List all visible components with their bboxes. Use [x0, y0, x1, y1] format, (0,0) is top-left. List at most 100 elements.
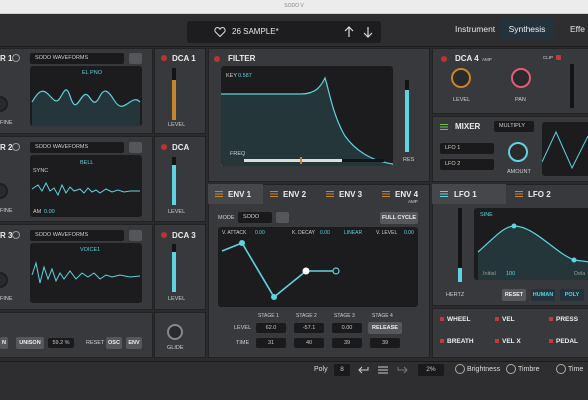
lfo-rate-slider[interactable] — [458, 208, 462, 282]
dca2-level-slider[interactable] — [172, 157, 176, 205]
dca4-pan-knob[interactable] — [511, 68, 531, 88]
osc2-title: R 2 — [0, 143, 13, 152]
mixer-title: MIXER — [455, 122, 481, 131]
mixer-display — [541, 122, 588, 176]
poly-value[interactable]: 8 — [334, 364, 350, 376]
mixer-drag-icon[interactable] — [440, 124, 448, 130]
stage2-header: STAGE 2 — [296, 313, 317, 319]
mod-wheel[interactable]: WHEEL — [447, 316, 470, 323]
tab-env4[interactable]: ENV 4 — [395, 190, 418, 199]
filter-freq-slider[interactable] — [244, 157, 384, 164]
unison-value[interactable]: 59.2 % — [48, 338, 74, 348]
tab-lfo1[interactable]: LFO 1 — [454, 190, 477, 199]
brightness-knob[interactable] — [455, 364, 465, 374]
lfo-rate-unit-dropdown[interactable]: HERTZ — [446, 292, 464, 298]
stage2-time-value[interactable]: 40 — [294, 338, 324, 348]
osc1-waveform-dropdown[interactable]: SODO WAVEFORMS — [30, 53, 124, 64]
stage3-level-value[interactable]: 0.00 — [332, 323, 362, 333]
tab-effects[interactable]: Effe — [562, 18, 588, 40]
tab-instrument[interactable]: Instrument — [447, 18, 503, 40]
stage4-time-value[interactable]: 39 — [370, 338, 400, 348]
undo-icon[interactable] — [358, 364, 372, 376]
timbre-knob[interactable] — [506, 364, 516, 374]
filter-key-value[interactable]: 0.587 — [238, 73, 252, 79]
stage3-time-value[interactable]: 39 — [332, 338, 362, 348]
lfo-delay-label: Dela — [574, 271, 586, 277]
glide-knob[interactable] — [167, 324, 183, 340]
dca4-level-knob[interactable] — [451, 68, 471, 88]
v-level-value[interactable]: 0.00 — [404, 230, 414, 236]
menu-icon[interactable] — [376, 364, 390, 376]
mixer-input1-dropdown[interactable]: LFO 1 — [440, 143, 494, 154]
stage1-level-value[interactable]: 62.0 — [256, 323, 286, 333]
v-attack-value[interactable]: 0.00 — [255, 230, 265, 236]
dca4-power-icon[interactable] — [441, 56, 447, 62]
dca1-power-icon[interactable] — [161, 55, 167, 61]
osc1-copy-button[interactable] — [129, 53, 142, 64]
mixer-input2-dropdown[interactable]: LFO 2 — [440, 159, 494, 170]
env1-drag-icon[interactable] — [215, 191, 223, 197]
filter-res-label: RES — [403, 157, 415, 163]
unison-button[interactable]: UNISON — [16, 337, 44, 349]
lfo-human-button[interactable]: HUMAN — [531, 289, 555, 301]
env-mode-dropdown[interactable]: SODO — [238, 212, 272, 223]
stage2-level-value[interactable]: -57.1 — [294, 323, 324, 333]
osc2-waveform-dropdown[interactable]: SODO WAVEFORMS — [30, 142, 124, 153]
stage4-release-button[interactable]: RELEASE — [368, 322, 402, 334]
osc3-copy-button[interactable] — [129, 230, 142, 241]
env-button[interactable]: ENV — [126, 337, 142, 349]
preset-up-arrow-icon[interactable] — [343, 25, 355, 39]
filter-power-icon[interactable] — [214, 56, 220, 62]
mixer-amount-knob[interactable] — [508, 142, 528, 162]
lfo-wave-display — [474, 208, 588, 280]
mod-vel-x[interactable]: VEL X — [502, 338, 521, 345]
tab-env3[interactable]: ENV 3 — [339, 190, 362, 199]
lfo-reset-button[interactable]: RESET — [502, 289, 526, 301]
tab-lfo2[interactable]: LFO 2 — [528, 190, 551, 199]
mod-vel[interactable]: VEL — [502, 316, 515, 323]
mod-press[interactable]: PRESS — [556, 316, 578, 323]
mixer-mode-dropdown[interactable]: MULTIPLY — [494, 121, 534, 132]
env2-drag-icon[interactable] — [270, 191, 278, 197]
osc2-copy-button[interactable] — [129, 142, 142, 153]
stage1-time-value[interactable]: 31 — [256, 338, 286, 348]
stage1-header: STAGE 1 — [258, 313, 279, 319]
osc3-waveform-dropdown[interactable]: SODO WAVEFORMS — [30, 230, 124, 241]
preset-down-arrow-icon[interactable] — [362, 25, 374, 39]
osc-button[interactable]: OSC — [106, 337, 122, 349]
mod-pedal[interactable]: PEDAL — [556, 338, 578, 345]
tab-env1[interactable]: ENV 1 — [228, 190, 251, 199]
tab-synthesis[interactable]: Synthesis — [500, 18, 554, 40]
filter-res-slider[interactable] — [405, 80, 409, 152]
osc2-am-value[interactable]: 0.00 — [44, 209, 55, 215]
favorite-heart-icon[interactable] — [214, 26, 226, 38]
unison-left-button[interactable]: N — [0, 337, 8, 349]
env4-drag-icon[interactable] — [382, 191, 390, 197]
lfo-poly-button[interactable]: POLY — [560, 289, 584, 301]
dca3-level-slider[interactable] — [172, 244, 176, 292]
dca2-power-icon[interactable] — [161, 144, 167, 150]
lfo-shape-label[interactable]: SINE — [480, 212, 493, 218]
env-copy-button[interactable] — [276, 212, 289, 223]
poly-label: Poly — [314, 366, 328, 373]
clip-indicator — [556, 55, 561, 60]
osc3-power-icon[interactable] — [12, 231, 20, 239]
lfo1-drag-icon[interactable] — [440, 191, 448, 197]
time-label: Time — [568, 366, 584, 373]
dca3-power-icon[interactable] — [161, 232, 167, 238]
lfo-initial-value[interactable]: 100 — [506, 271, 515, 277]
redo-icon[interactable] — [394, 364, 408, 376]
osc1-power-icon[interactable] — [12, 54, 20, 62]
percent-value[interactable]: 2% — [418, 364, 444, 376]
k-decay-value[interactable]: 0.00 — [320, 230, 330, 236]
dca1-level-slider[interactable] — [172, 68, 176, 120]
mod-breath[interactable]: BREATH — [447, 338, 474, 345]
lfo2-drag-icon[interactable] — [515, 191, 523, 197]
env-graph — [218, 227, 418, 307]
env3-drag-icon[interactable] — [326, 191, 334, 197]
tab-env2[interactable]: ENV 2 — [283, 190, 306, 199]
osc2-power-icon[interactable] — [12, 143, 20, 151]
time-knob[interactable] — [556, 364, 566, 374]
env-curve-value[interactable]: LINEAR — [344, 230, 362, 236]
full-cycle-button[interactable]: FULL CYCLE — [380, 212, 418, 224]
